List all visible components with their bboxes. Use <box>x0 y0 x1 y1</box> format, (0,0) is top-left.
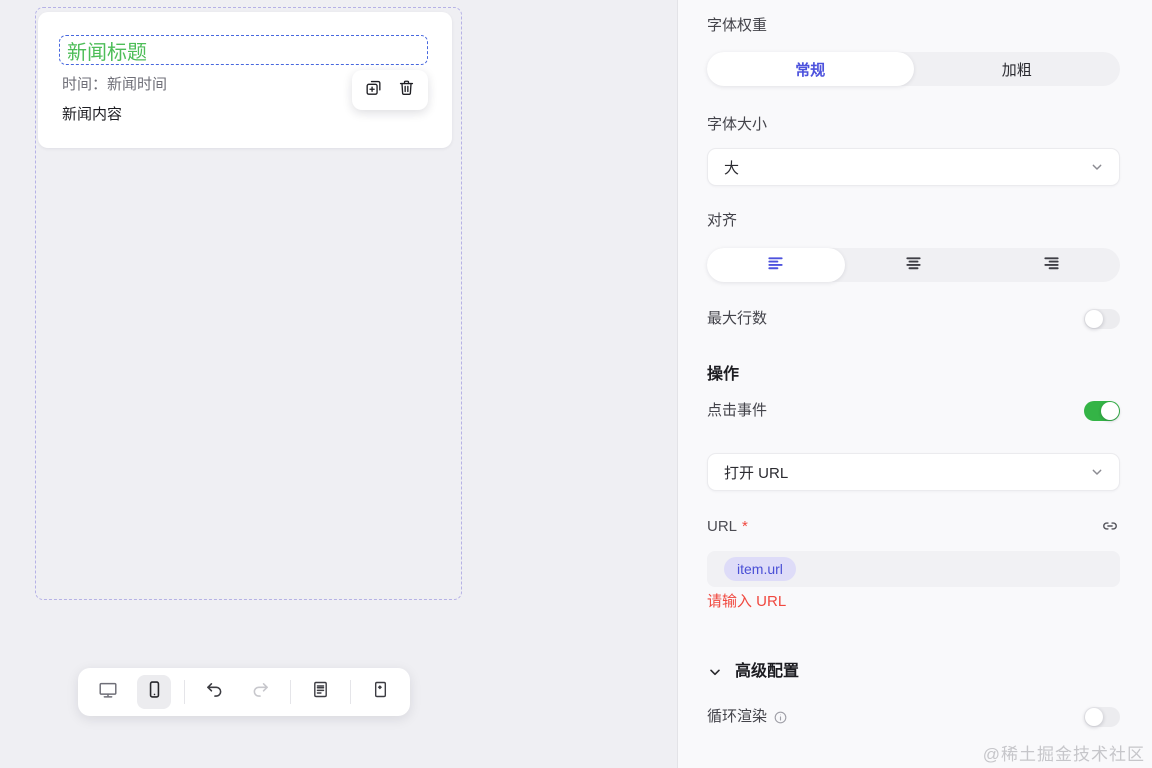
align-right-icon <box>1042 254 1061 277</box>
toolbar-divider <box>289 680 291 704</box>
align-left-button[interactable] <box>707 248 845 282</box>
news-title-selection-box[interactable]: 新闻标题 <box>59 35 428 65</box>
duplicate-icon <box>364 78 383 102</box>
url-label: URL <box>707 517 738 535</box>
actions-section-title: 操作 <box>707 366 740 383</box>
toolbar-divider <box>183 680 185 704</box>
news-title-text[interactable]: 新闻标题 <box>60 36 147 65</box>
align-label: 对齐 <box>707 212 738 229</box>
max-lines-label: 最大行数 <box>707 310 768 327</box>
undo-button[interactable] <box>197 675 231 709</box>
page-settings-button[interactable] <box>303 675 337 709</box>
redo-button[interactable] <box>244 675 278 709</box>
required-asterisk: * <box>742 517 748 535</box>
url-input[interactable]: item.url <box>707 551 1120 587</box>
desktop-view-button[interactable] <box>91 675 125 709</box>
desktop-icon <box>97 679 119 706</box>
loop-render-label: 循环渲染 <box>707 708 768 725</box>
url-label-row: URL * <box>707 515 1120 537</box>
align-segmented-control <box>707 248 1120 282</box>
component-actions-popover <box>352 70 428 110</box>
advanced-config-title: 高级配置 <box>735 663 800 680</box>
link-icon[interactable] <box>1100 516 1120 536</box>
toolbar-divider <box>349 680 351 704</box>
max-lines-row: 最大行数 <box>707 308 1120 330</box>
event-type-value: 打开 URL <box>724 464 789 482</box>
url-error-message: 请输入 URL <box>707 593 787 610</box>
delete-button[interactable] <box>397 78 416 102</box>
advanced-config-header[interactable]: 高级配置 <box>707 660 1120 684</box>
preview-device-button[interactable] <box>363 675 397 709</box>
font-size-value: 大 <box>724 159 740 177</box>
loop-render-toggle[interactable] <box>1084 707 1120 727</box>
url-value-tag[interactable]: item.url <box>724 557 796 581</box>
mobile-icon <box>144 679 165 705</box>
click-event-toggle[interactable] <box>1084 401 1120 421</box>
undo-icon <box>204 679 225 705</box>
align-center-button[interactable] <box>845 248 983 282</box>
max-lines-toggle[interactable] <box>1084 309 1120 329</box>
news-content-text[interactable]: 新闻内容 <box>62 103 122 124</box>
font-weight-label: 字体权重 <box>707 17 768 34</box>
click-event-row: 点击事件 <box>707 400 1120 422</box>
click-event-label: 点击事件 <box>707 402 768 419</box>
canvas-toolbar <box>78 668 410 716</box>
device-preview-icon <box>370 679 391 705</box>
align-left-icon <box>766 254 785 277</box>
redo-icon <box>250 679 271 705</box>
form-document-icon <box>310 679 331 705</box>
font-size-label: 字体大小 <box>707 116 768 133</box>
toggle-knob <box>1085 708 1103 726</box>
mobile-view-button[interactable] <box>137 675 172 709</box>
info-icon[interactable] <box>773 710 788 725</box>
align-center-icon <box>904 254 923 277</box>
duplicate-button[interactable] <box>364 78 383 102</box>
chevron-down-icon <box>1089 464 1105 480</box>
event-type-select[interactable]: 打开 URL <box>707 453 1120 491</box>
font-weight-option-bold[interactable]: 加粗 <box>914 52 1121 86</box>
toggle-knob <box>1085 310 1103 328</box>
trash-icon <box>397 78 416 102</box>
chevron-down-icon <box>707 664 723 680</box>
chevron-down-icon <box>1089 159 1105 175</box>
watermark-text: @稀土掘金技术社区 <box>982 745 1145 764</box>
font-size-select[interactable]: 大 <box>707 148 1120 186</box>
toggle-knob <box>1101 402 1119 420</box>
news-time-text[interactable]: 时间：新闻时间 <box>62 73 167 94</box>
loop-render-row: 循环渲染 <box>707 706 1120 728</box>
font-weight-segmented-control: 常规 加粗 <box>707 52 1120 86</box>
font-weight-option-regular[interactable]: 常规 <box>707 52 914 86</box>
align-right-button[interactable] <box>982 248 1120 282</box>
properties-panel: 字体权重 常规 加粗 字体大小 大 对齐 最大行数 操作 点击事件 打开 URL… <box>677 0 1152 768</box>
editor-canvas[interactable]: 新闻标题 时间：新闻时间 新闻内容 <box>0 0 677 768</box>
